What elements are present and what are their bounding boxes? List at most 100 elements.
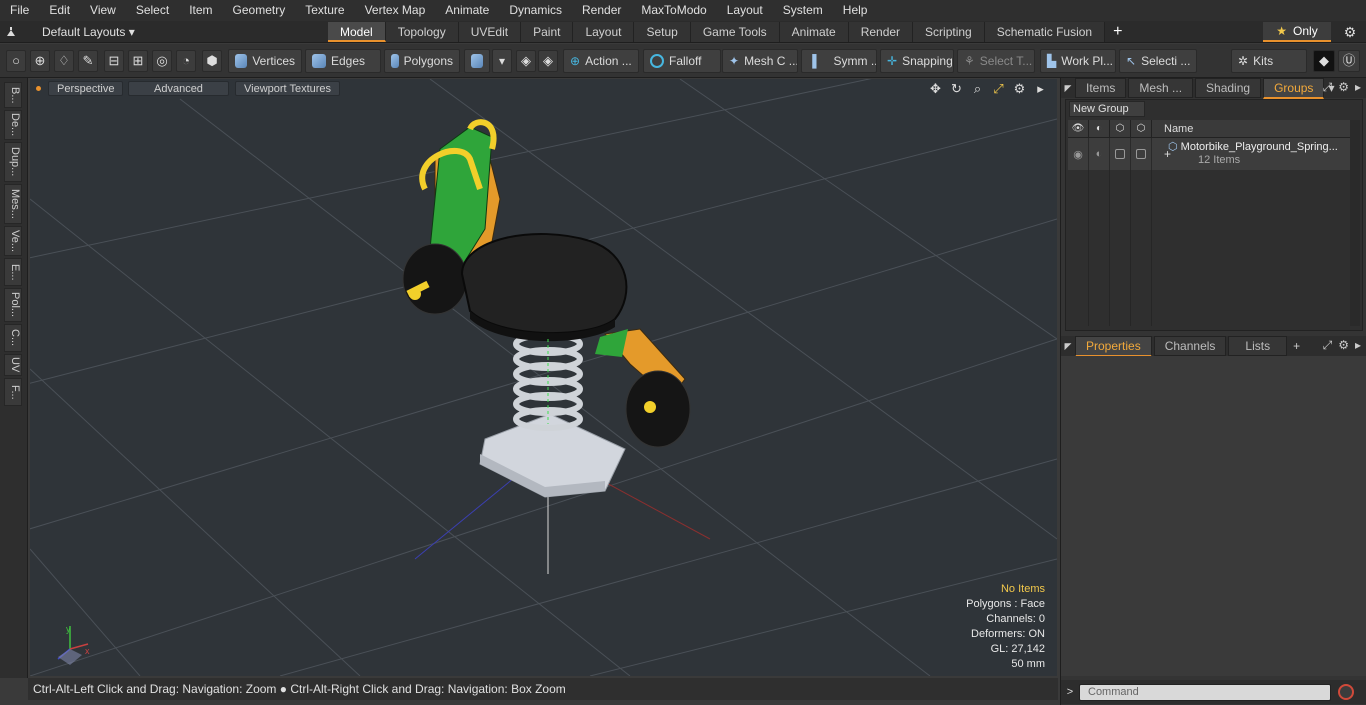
props-gear-icon[interactable]: ⚙: [1338, 338, 1349, 353]
tab-scripting[interactable]: Scripting: [913, 22, 985, 42]
expand-arrow-icon[interactable]: ▸: [1034, 81, 1047, 97]
tab-setup[interactable]: Setup: [634, 22, 691, 42]
snapping-button[interactable]: ✛ Snapping: [880, 49, 954, 73]
viewport-menu-dot-icon[interactable]: [36, 86, 41, 91]
tab-mesh[interactable]: Mesh ...: [1128, 78, 1194, 98]
left-tab-mesh-edit[interactable]: Mes...: [4, 184, 22, 224]
edges-button[interactable]: Edges: [305, 49, 381, 73]
lock-toggle[interactable]: [1110, 138, 1131, 170]
pen-icon[interactable]: ♢: [54, 50, 74, 72]
select-toggle[interactable]: [1131, 138, 1152, 170]
menu-render[interactable]: Render: [572, 0, 631, 21]
visibility-toggle[interactable]: ◉: [1068, 138, 1089, 170]
symmetry-button[interactable]: ▐ Symm ...: [801, 49, 877, 73]
tab-render[interactable]: Render: [848, 22, 914, 42]
add-tab-button[interactable]: +: [1105, 22, 1130, 42]
menu-animate[interactable]: Animate: [435, 0, 499, 21]
menu-help[interactable]: Help: [833, 0, 878, 21]
polygons-button[interactable]: Polygons: [384, 49, 460, 73]
menu-texture[interactable]: Texture: [295, 0, 354, 21]
work-plane-button[interactable]: ▙ Work Pl...: [1040, 49, 1116, 73]
perspective-button[interactable]: Perspective: [48, 81, 124, 96]
menu-system[interactable]: System: [773, 0, 833, 21]
tab-shading[interactable]: Shading: [1195, 78, 1262, 98]
select-through-button[interactable]: ⚘ Select T...: [957, 49, 1035, 73]
left-tab-fusion[interactable]: F...: [4, 378, 22, 406]
selection-sets-button[interactable]: ↖ Selecti ...: [1119, 49, 1197, 73]
menu-geometry[interactable]: Geometry: [223, 0, 296, 21]
groups-scrollbar[interactable]: [1350, 120, 1360, 326]
tab-uvedit[interactable]: UVEdit: [458, 22, 522, 42]
vertices-button[interactable]: Vertices: [228, 49, 302, 73]
left-tab-polygon[interactable]: Pol...: [4, 288, 22, 322]
tab-lists[interactable]: Lists: [1228, 336, 1288, 356]
menu-view[interactable]: View: [80, 0, 126, 21]
falloff-button[interactable]: Falloff: [643, 49, 721, 73]
brush-icon[interactable]: ✎: [78, 50, 98, 72]
viewport-gear-icon[interactable]: ⚙: [1013, 81, 1026, 97]
panel-arrow-icon[interactable]: ▸: [1355, 80, 1361, 95]
tab-items[interactable]: Items: [1075, 78, 1127, 98]
tab-properties[interactable]: Properties: [1075, 335, 1152, 357]
transform-icon[interactable]: ◈: [516, 50, 536, 72]
left-tab-basic[interactable]: B...: [4, 82, 22, 108]
globe-icon[interactable]: ⊕: [30, 50, 50, 72]
left-tab-curve[interactable]: C...: [4, 324, 22, 352]
tab-animate[interactable]: Animate: [779, 22, 849, 42]
menu-dynamics[interactable]: Dynamics: [499, 0, 572, 21]
props-arrow-icon[interactable]: ▸: [1355, 338, 1361, 353]
tab-topology[interactable]: Topology: [385, 22, 459, 42]
unreal-icon[interactable]: Ⓤ: [1338, 50, 1360, 72]
viewport-textures-button[interactable]: Viewport Textures: [235, 81, 341, 96]
left-tab-vertex[interactable]: Ve...: [4, 226, 22, 256]
advanced-button[interactable]: Advanced: [128, 81, 229, 96]
new-group-button[interactable]: New Group: [1069, 101, 1145, 117]
render-header-icon[interactable]: ◐: [1089, 119, 1110, 138]
menu-edit[interactable]: Edit: [39, 0, 80, 21]
timer-icon[interactable]: ◔: [176, 50, 196, 72]
menu-item[interactable]: Item: [179, 0, 222, 21]
panel-gear-icon[interactable]: ⚙: [1338, 80, 1349, 95]
left-tab-duplicate[interactable]: Dup...: [4, 142, 22, 182]
menu-maxtomodo[interactable]: MaxToModo: [631, 0, 716, 21]
menu-layout[interactable]: Layout: [717, 0, 773, 21]
menu-vertex-map[interactable]: Vertex Map: [355, 0, 436, 21]
select-header-icon[interactable]: ⬡: [1131, 119, 1152, 138]
frame-icon[interactable]: ◎: [152, 50, 172, 72]
viewport-3d[interactable]: y x Perspective Advanced Viewport Textur…: [30, 79, 1057, 676]
only-toggle[interactable]: ★ Only: [1263, 22, 1331, 42]
lock-header-icon[interactable]: ⬡: [1110, 119, 1131, 138]
tab-schematic-fusion[interactable]: Schematic Fusion: [984, 22, 1106, 42]
fit-view-icon[interactable]: ⤢: [992, 81, 1005, 97]
shield-icon[interactable]: ⬢: [202, 50, 222, 72]
group-row[interactable]: ◉ ◐ + ⬡ Motorbike_Playground_Spring... 1…: [1068, 138, 1350, 170]
tab-game-tools[interactable]: Game Tools: [690, 22, 780, 42]
move-view-icon[interactable]: ✥: [929, 81, 942, 97]
action-button[interactable]: ⊕ Action ...: [563, 49, 639, 73]
tab-paint[interactable]: Paint: [521, 22, 574, 42]
snap-element-icon[interactable]: ◈: [538, 50, 558, 72]
layout-selector[interactable]: Default Layouts ▾: [4, 21, 135, 43]
left-tab-deform[interactable]: De...: [4, 110, 22, 140]
center-icon[interactable]: ⊞: [128, 50, 148, 72]
menu-select[interactable]: Select: [126, 0, 179, 21]
gear-icon[interactable]: ⚙: [1340, 23, 1360, 41]
rotate-view-icon[interactable]: ↻: [950, 81, 963, 97]
tab-groups[interactable]: Groups: [1263, 77, 1325, 99]
left-tab-uv[interactable]: UV: [4, 354, 22, 376]
left-tab-edge[interactable]: E...: [4, 258, 22, 286]
tab-layout[interactable]: Layout: [573, 22, 635, 42]
record-icon[interactable]: [1338, 684, 1354, 700]
mesh-constraint-button[interactable]: ✦ Mesh C ...: [722, 49, 798, 73]
circle-select-icon[interactable]: ○: [6, 50, 26, 72]
kits-button[interactable]: ✲ Kits: [1231, 49, 1307, 73]
maximize-icon[interactable]: ⤢: [1323, 80, 1333, 95]
panel-menu-icon[interactable]: ◤: [1061, 83, 1075, 94]
tab-model[interactable]: Model: [328, 22, 386, 42]
item-mode-button[interactable]: [464, 49, 490, 73]
props-maximize-icon[interactable]: ⤢: [1323, 338, 1333, 353]
modo-icon[interactable]: ◆: [1313, 50, 1335, 72]
tab-channels[interactable]: Channels: [1153, 336, 1227, 356]
props-menu-icon[interactable]: ◤: [1061, 341, 1075, 352]
add-props-tab-button[interactable]: +: [1293, 339, 1300, 353]
